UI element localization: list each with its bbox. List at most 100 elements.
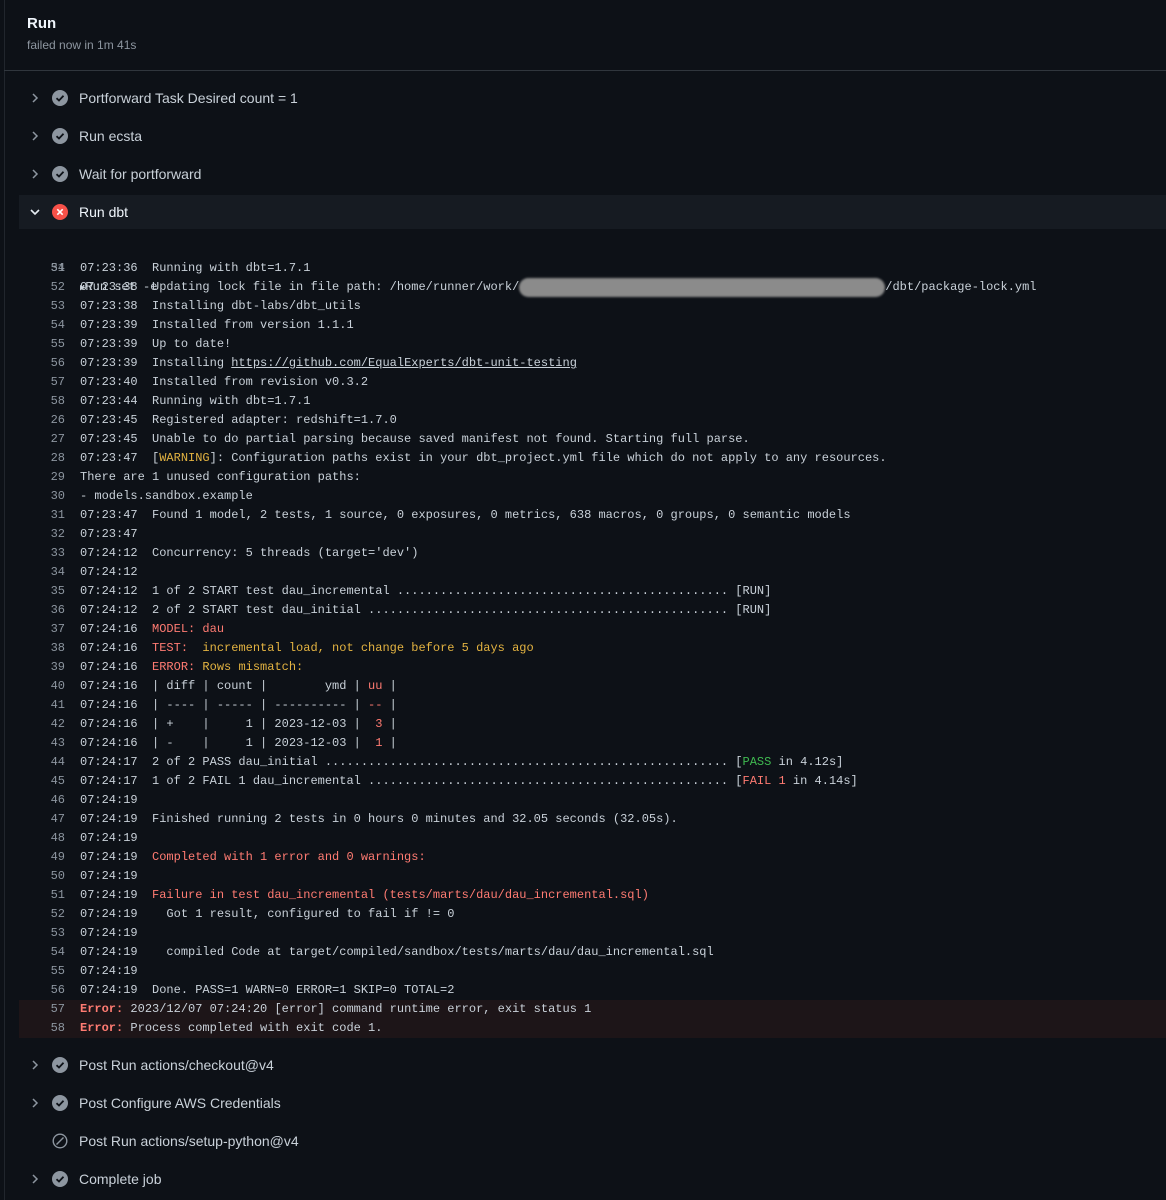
line-number[interactable]: 41: [19, 696, 65, 715]
log-text: 07:24:12 Concurrency: 5 threads (target=…: [80, 544, 418, 563]
log-text: Error: 2023/12/07 07:24:20 [error] comma…: [80, 1000, 591, 1019]
log-line: 51 07:24:19 Failure in test dau_increment…: [19, 886, 1166, 905]
log-segment: 07:24:16 | + | 1 | 2023-12-03 |: [80, 717, 376, 731]
log-text: 07:24:19 Completed with 1 error and 0 wa…: [80, 848, 426, 867]
log-group-line[interactable]: 34 ▶Run set -e: [19, 240, 1166, 294]
line-number[interactable]: 50: [19, 867, 65, 886]
line-number[interactable]: 40: [19, 677, 65, 696]
step-portforward-task[interactable]: Portforward Task Desired count = 1: [19, 81, 1166, 115]
step-run-dbt[interactable]: Run dbt: [19, 195, 1166, 229]
line-number[interactable]: 45: [19, 772, 65, 791]
log-line: 51 07:23:36 Running with dbt=1.7.1: [19, 259, 1166, 278]
line-number[interactable]: 58: [19, 392, 65, 411]
line-number[interactable]: 51: [19, 886, 65, 905]
chevron-right-icon[interactable]: [29, 92, 41, 104]
line-number[interactable]: 43: [19, 734, 65, 753]
line-number[interactable]: 31: [19, 506, 65, 525]
line-number[interactable]: 54: [19, 316, 65, 335]
log-line: 30 - models.sandbox.example: [19, 487, 1166, 506]
line-number[interactable]: 32: [19, 525, 65, 544]
line-number[interactable]: 26: [19, 411, 65, 430]
chevron-right-icon[interactable]: [29, 1097, 41, 1109]
line-number[interactable]: 29: [19, 468, 65, 487]
log-text: 07:24:19 Got 1 result, configured to fai…: [80, 905, 454, 924]
line-number[interactable]: 57: [19, 1000, 65, 1019]
step-run-ecsta[interactable]: Run ecsta: [19, 119, 1166, 153]
log-segment: 07:24:19: [80, 888, 153, 902]
log-line: 33 07:24:12 Concurrency: 5 threads (targe…: [19, 544, 1166, 563]
chevron-right-icon[interactable]: [29, 1059, 41, 1071]
log-segment: 07:24:19 compiled Code at target/compile…: [80, 945, 714, 959]
log-line: 38 07:24:16 TEST: incremental load, not c…: [19, 639, 1166, 658]
log-line: 41 07:24:16 | ---- | ----- | ---------- |…: [19, 696, 1166, 715]
log-line: 55 07:23:39 Up to date!: [19, 335, 1166, 354]
line-number[interactable]: 42: [19, 715, 65, 734]
log-text: 07:24:12 1 of 2 START test dau_increment…: [80, 582, 771, 601]
step-wait-for-portforward[interactable]: Wait for portforward: [19, 157, 1166, 191]
line-number[interactable]: 39: [19, 658, 65, 677]
job-title: Run: [27, 15, 57, 32]
line-number[interactable]: 53: [19, 924, 65, 943]
check-circle-icon: [52, 90, 68, 106]
chevron-right-icon[interactable]: [29, 168, 41, 180]
line-number[interactable]: 38: [19, 639, 65, 658]
line-number[interactable]: 49: [19, 848, 65, 867]
log-text: 07:23:45 Registered adapter: redshift=1.…: [80, 411, 397, 430]
line-number[interactable]: 36: [19, 601, 65, 620]
log-line: 57 07:23:40 Installed from revision v0.3.…: [19, 373, 1166, 392]
log-text: 07:24:19 compiled Code at target/compile…: [80, 943, 714, 962]
line-number[interactable]: 34: [19, 563, 65, 582]
log-segment: 07:24:12 2 of 2 START test dau_initial .…: [80, 603, 772, 617]
step-post-aws-credentials[interactable]: Post Configure AWS Credentials: [19, 1086, 1166, 1120]
log-text: 07:24:17 2 of 2 PASS dau_initial .......…: [80, 753, 843, 772]
step-complete-job[interactable]: Complete job: [19, 1162, 1166, 1196]
log-segment: 07:23:39 Installed from version 1.1.1: [80, 318, 354, 332]
line-number[interactable]: 37: [19, 620, 65, 639]
line-number[interactable]: 52: [19, 905, 65, 924]
line-number[interactable]: 48: [19, 829, 65, 848]
line-number[interactable]: 52: [19, 278, 65, 297]
log-segment: 07:24:19 Got 1 result, configured to fai…: [80, 907, 455, 921]
line-number[interactable]: 54: [19, 943, 65, 962]
log-text: There are 1 unused configuration paths:: [80, 468, 361, 487]
log-segment: 07:24:19: [80, 831, 138, 845]
log-text: 07:24:16 | + | 1 | 2023-12-03 | 3 |: [80, 715, 397, 734]
log-segment: |: [382, 717, 397, 731]
log-line: 46 07:24:19: [19, 791, 1166, 810]
line-number[interactable]: 56: [19, 981, 65, 1000]
step-name: Run dbt: [79, 204, 129, 220]
chevron-right-icon[interactable]: [29, 130, 41, 142]
log-segment: Error:: [80, 1002, 124, 1016]
line-number[interactable]: 46: [19, 791, 65, 810]
log-segment: Process completed with exit code 1.: [123, 1021, 383, 1035]
line-number[interactable]: 33: [19, 544, 65, 563]
line-number[interactable]: 27: [19, 430, 65, 449]
line-number[interactable]: 53: [19, 297, 65, 316]
line-number[interactable]: 51: [19, 259, 65, 278]
line-number[interactable]: 44: [19, 753, 65, 772]
line-number[interactable]: 35: [19, 582, 65, 601]
line-number[interactable]: 55: [19, 962, 65, 981]
log-segment: 07:24:17 1 of 2 FAIL 1 dau_incremental .…: [80, 774, 743, 788]
log-segment: 07:23:38 Installing dbt-labs/dbt_utils: [80, 299, 361, 313]
line-number[interactable]: 30: [19, 487, 65, 506]
log-segment: uu: [368, 679, 383, 693]
log-line: 43 07:24:16 | - | 1 | 2023-12-03 | 1 |: [19, 734, 1166, 753]
chevron-right-icon[interactable]: [29, 1173, 41, 1185]
step-post-setup-python[interactable]: Post Run actions/setup-python@v4: [19, 1124, 1166, 1158]
line-number[interactable]: 47: [19, 810, 65, 829]
log-text: 07:23:38 Updating lock file in file path…: [80, 278, 1037, 297]
chevron-down-icon[interactable]: [29, 206, 41, 218]
log-text: 07:24:16 | ---- | ----- | ---------- | -…: [80, 696, 397, 715]
line-number[interactable]: 58: [19, 1019, 65, 1038]
step-post-checkout[interactable]: Post Run actions/checkout@v4: [19, 1048, 1166, 1082]
line-number[interactable]: 56: [19, 354, 65, 373]
step-name: Portforward Task Desired count = 1: [79, 90, 298, 106]
line-number[interactable]: 28: [19, 449, 65, 468]
line-number[interactable]: 57: [19, 373, 65, 392]
log-line: 49 07:24:19 Completed with 1 error and 0 …: [19, 848, 1166, 867]
log-text: 07:24:16 ERROR: Rows mismatch:: [80, 658, 303, 677]
line-number[interactable]: 55: [19, 335, 65, 354]
log-error-line: 58 Error: Process completed with exit cod…: [19, 1019, 1166, 1038]
log-link[interactable]: https://github.com/EqualExperts/dbt-unit…: [231, 356, 577, 370]
